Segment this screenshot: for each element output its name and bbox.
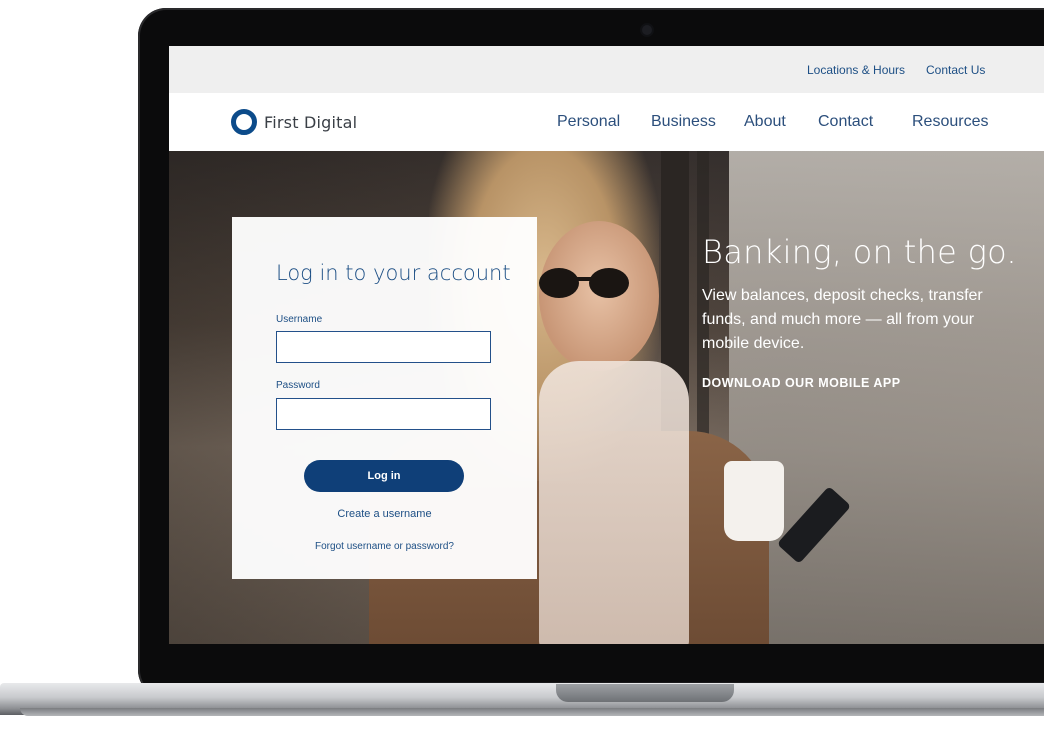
login-card: Log in to your account Username Password…: [232, 217, 537, 579]
sunglasses-icon: [539, 268, 629, 298]
forgot-credentials-link[interactable]: Forgot username or password?: [232, 541, 537, 552]
laptop-notch: [556, 684, 734, 702]
nav-personal[interactable]: Personal: [557, 113, 620, 131]
login-button[interactable]: Log in: [304, 460, 464, 492]
nav-about[interactable]: About: [744, 113, 786, 131]
contact-us-link[interactable]: Contact Us: [926, 63, 985, 77]
username-input[interactable]: [276, 331, 491, 363]
camera-icon: [642, 25, 652, 35]
login-title: Log in to your account: [276, 261, 511, 285]
nav-resources[interactable]: Resources: [912, 113, 988, 131]
hero-photo-scarf: [539, 361, 689, 644]
logo-icon[interactable]: [231, 109, 257, 135]
download-app-link[interactable]: DOWNLOAD OUR MOBILE APP: [702, 376, 901, 390]
locations-hours-link[interactable]: Locations & Hours: [807, 63, 905, 77]
utility-bar: Locations & Hours Contact Us: [169, 46, 1044, 93]
nav-contact[interactable]: Contact: [818, 113, 873, 131]
coffee-cup-icon: [724, 461, 784, 541]
hero-banner: Log in to your account Username Password…: [169, 151, 1044, 644]
username-label: Username: [276, 314, 323, 325]
hero-description: View balances, deposit checks, transfer …: [702, 287, 983, 352]
hero-background-street: [729, 151, 1044, 644]
hero-title: Banking, on the go.: [702, 233, 1017, 271]
laptop-base-lip: [20, 708, 1044, 716]
password-input[interactable]: [276, 398, 491, 430]
laptop-screen: Locations & Hours Contact Us First Digit…: [169, 46, 1044, 644]
password-label: Password: [276, 380, 320, 391]
main-nav: First Digital Personal Business About Co…: [169, 93, 1044, 151]
brand-name[interactable]: First Digital: [264, 113, 357, 132]
nav-business[interactable]: Business: [651, 113, 716, 131]
create-username-link[interactable]: Create a username: [232, 508, 537, 520]
